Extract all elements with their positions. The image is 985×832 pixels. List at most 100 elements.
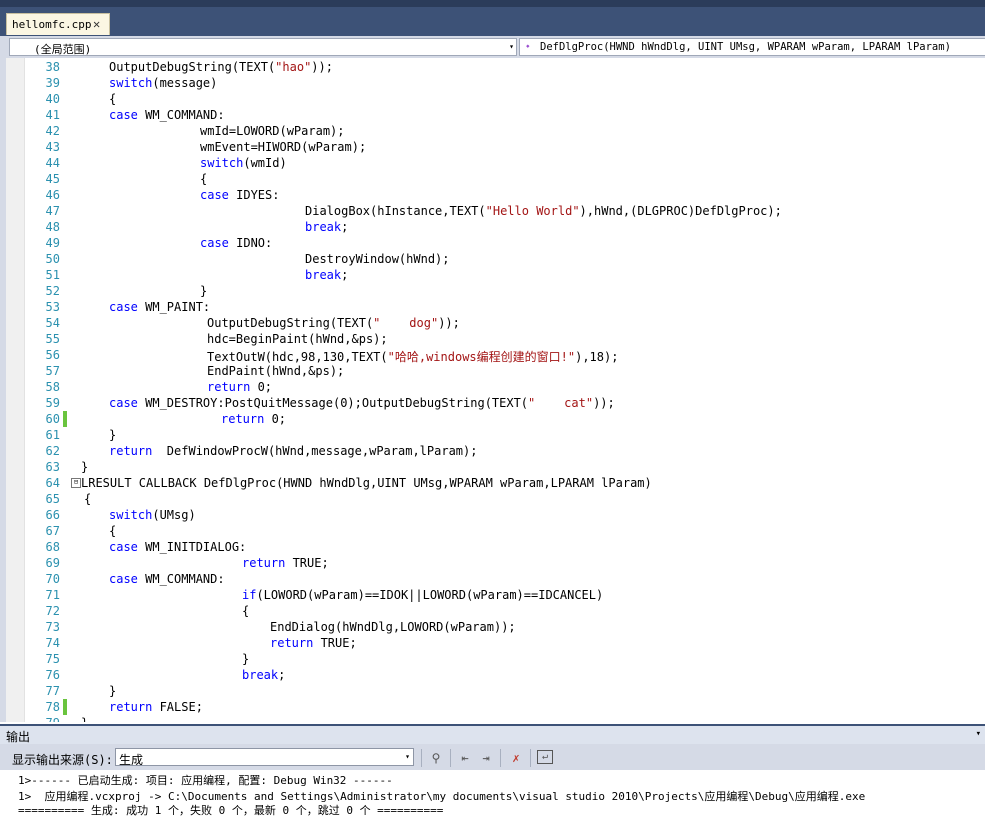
line-number: 58	[45, 380, 60, 394]
code-text: }	[81, 460, 88, 474]
toolbar-separator	[500, 749, 501, 767]
code-line: 64 ⊟ LRESULT CALLBACK DefDlgProc(HWND hWnd…	[0, 475, 985, 491]
code-token: 0;	[264, 412, 287, 426]
tab-hellomfc-cpp[interactable]: hellomfc.cpp ✕	[6, 13, 110, 35]
code-line: 58 return 0;	[0, 379, 985, 395]
code-token: wmId=LOWORD(wParam);	[200, 124, 345, 138]
code-text: return 0;	[207, 380, 272, 394]
code-line: 73 EndDialog(hWndDlg,LOWORD(wParam));	[0, 619, 985, 635]
code-token: WM_COMMAND:	[137, 572, 225, 586]
code-text: switch(UMsg)	[109, 508, 196, 522]
code-line: 61}	[0, 427, 985, 443]
line-number: 57	[45, 364, 60, 378]
code-token: WM_DESTROY:PostQuitMessage(0);OutputDebu…	[137, 396, 529, 410]
code-line: 47 DialogBox(hInstance,TEXT("Hello World"…	[0, 203, 985, 219]
code-line: 68 case WM_INITDIALOG:	[0, 539, 985, 555]
toolbar-separator	[530, 749, 531, 767]
next-message-icon[interactable]: ⇥	[478, 750, 494, 766]
code-text: break;	[242, 668, 285, 682]
code-text: }	[242, 652, 249, 666]
code-line: 66 switch(UMsg)	[0, 507, 985, 523]
code-text: return TRUE;	[242, 556, 329, 570]
line-number: 77	[45, 684, 60, 698]
keyword: switch	[200, 156, 244, 170]
code-line: 56 TextOutW(hdc,98,130,TEXT("哈哈,windows编程…	[0, 347, 985, 364]
keyword: case	[109, 572, 138, 586]
code-token: {	[109, 92, 117, 106]
scope-dropdown[interactable]: (全局范围) ▾	[9, 38, 517, 56]
code-text: return FALSE;	[109, 700, 203, 714]
output-source-select[interactable]: 生成 ▾	[115, 748, 414, 767]
code-line: 38 OutputDebugString(TEXT("hao"));	[0, 59, 985, 75]
string-literal: " cat"	[528, 396, 594, 410]
code-line: 44 switch(wmId)	[0, 155, 985, 171]
code-line: 76 break;	[0, 667, 985, 683]
clear-all-icon[interactable]: ✗	[508, 750, 524, 766]
keyword: switch	[109, 76, 153, 90]
line-number: 54	[45, 316, 60, 330]
code-token: ),18);	[575, 350, 619, 364]
code-token: }	[81, 460, 89, 474]
close-icon[interactable]: ✕	[93, 17, 100, 31]
line-number: 67	[45, 524, 60, 538]
code-token: ;	[341, 220, 349, 234]
code-text: wmEvent=HIWORD(wParam);	[200, 140, 366, 154]
code-token: DestroyWindow(hWnd);	[305, 252, 450, 266]
line-number: 48	[45, 220, 60, 234]
string-literal: " dog"	[373, 316, 439, 330]
word-wrap-icon[interactable]: ↵	[537, 750, 553, 764]
code-text: case WM_COMMAND:	[109, 572, 225, 586]
code-token: ),hWnd,(DLGPROC)DefDlgProc);	[579, 204, 782, 218]
keyword: case	[200, 188, 229, 202]
code-text: case IDNO:	[200, 236, 272, 250]
keyword: return	[221, 412, 265, 426]
find-message-icon[interactable]: ⚲	[428, 750, 444, 766]
code-editor[interactable]: 38 OutputDebugString(TEXT("hao")); 39 switc…	[0, 58, 985, 722]
scope-value: (全局范围)	[34, 43, 92, 56]
code-line: 74 return TRUE;	[0, 635, 985, 651]
code-line: 45 {	[0, 171, 985, 187]
code-token: TRUE;	[313, 636, 357, 650]
toolbar-separator	[421, 749, 422, 767]
member-dropdown[interactable]: ⬩ DefDlgProc(HWND hWndDlg, UINT UMsg, WP…	[519, 38, 985, 56]
code-text: case WM_COMMAND:	[109, 108, 225, 122]
line-number: 68	[45, 540, 60, 554]
line-number: 72	[45, 604, 60, 618]
code-line: 42 wmId=LOWORD(wParam);	[0, 123, 985, 139]
code-text: if(LOWORD(wParam)==IDOK||LOWORD(wParam)=…	[242, 588, 603, 602]
output-text[interactable]: 1>------ 已启动生成: 项目: 应用编程, 配置: Debug Win3…	[0, 770, 985, 832]
code-token: }	[109, 684, 117, 698]
keyword: return	[242, 556, 286, 570]
method-icon: ⬩	[526, 41, 530, 52]
prev-message-icon[interactable]: ⇤	[457, 750, 473, 766]
code-line: 52}	[0, 283, 985, 299]
keyword: if	[242, 588, 257, 602]
line-number: 64	[45, 476, 60, 490]
code-token: IDNO:	[228, 236, 273, 250]
code-line: 59 case WM_DESTROY:PostQuitMessage(0);Out…	[0, 395, 985, 411]
code-text: }	[109, 684, 116, 698]
line-number: 76	[45, 668, 60, 682]
code-text: {	[109, 92, 116, 106]
keyword: return	[270, 636, 314, 650]
line-number: 47	[45, 204, 60, 218]
line-number: 65	[45, 492, 60, 506]
code-token: ;	[278, 668, 286, 682]
code-line: 72 {	[0, 603, 985, 619]
code-token: {	[200, 172, 208, 186]
code-text: LRESULT CALLBACK DefDlgProc(HWND hWndDlg…	[81, 476, 652, 490]
code-text: case WM_PAINT:	[109, 300, 210, 314]
code-text: }	[81, 716, 88, 722]
line-number: 75	[45, 652, 60, 666]
panel-menu-icon[interactable]: ▾	[976, 729, 981, 739]
collapse-icon[interactable]: ⊟	[71, 478, 81, 488]
code-line: 67 {	[0, 523, 985, 539]
code-text: {	[109, 524, 116, 538]
line-number: 59	[45, 396, 60, 410]
code-line: 62 return DefWindowProcW(hWnd,message,wPa…	[0, 443, 985, 459]
code-line: 65 {	[0, 491, 985, 507]
code-token: EndDialog(hWndDlg,LOWORD(wParam));	[270, 620, 516, 634]
code-token: TextOutW(hdc,98,130,TEXT(	[207, 350, 388, 364]
output-title: 输出	[6, 730, 31, 744]
code-text: case WM_DESTROY:PostQuitMessage(0);Outpu…	[109, 396, 615, 410]
